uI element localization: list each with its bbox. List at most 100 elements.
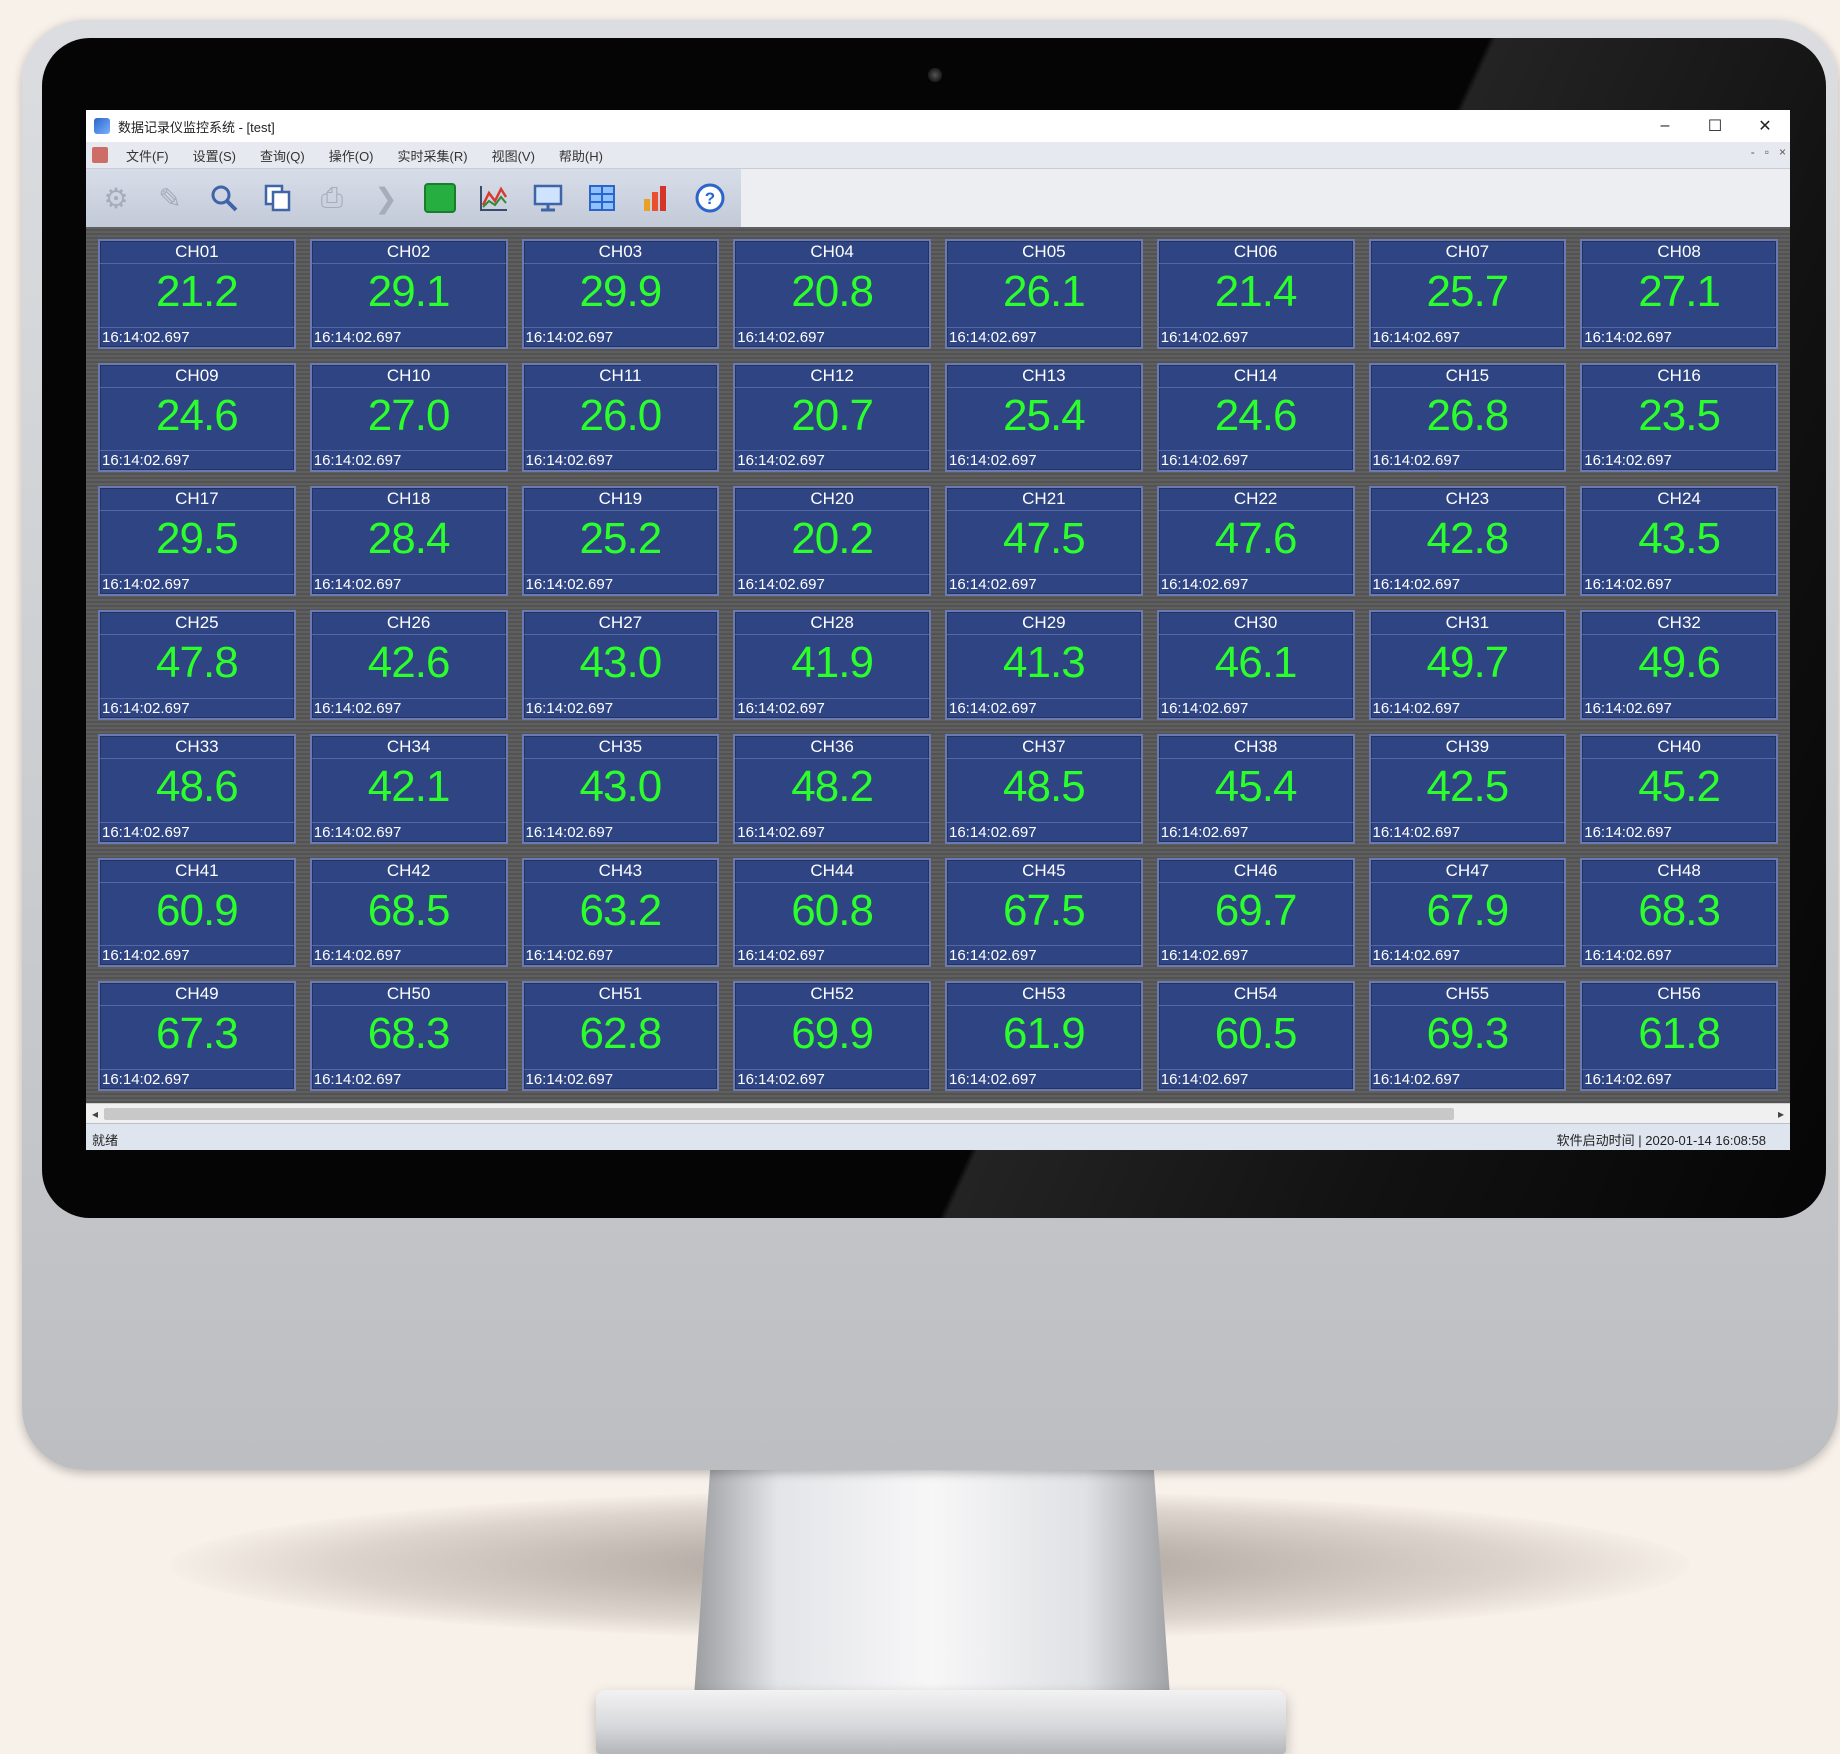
channel-cell[interactable]: CH47 67.9 16:14:02.697: [1368, 857, 1567, 968]
monitor-icon[interactable]: [526, 176, 570, 220]
menu-query[interactable]: 查询(Q): [248, 146, 317, 165]
channel-cell[interactable]: CH35 43.0 16:14:02.697: [521, 733, 720, 844]
channel-cell[interactable]: CH13 25.4 16:14:02.697: [945, 362, 1143, 473]
bar-chart-icon[interactable]: [634, 176, 678, 220]
channel-cell[interactable]: CH33 48.6 16:14:02.697: [98, 733, 296, 844]
channel-cell[interactable]: CH06 21.4 16:14:02.697: [1156, 239, 1355, 349]
channel-timestamp: 16:14:02.697: [311, 697, 506, 718]
channel-cell[interactable]: CH14 24.6 16:14:02.697: [1156, 362, 1355, 473]
scroll-thumb[interactable]: [104, 1108, 1454, 1120]
channel-cell[interactable]: CH04 20.8 16:14:02.697: [733, 239, 931, 349]
mdi-close-button[interactable]: ×: [1779, 145, 1786, 159]
channel-cell[interactable]: CH21 47.5 16:14:02.697: [945, 486, 1143, 597]
channel-cell[interactable]: CH12 20.7 16:14:02.697: [733, 362, 931, 473]
channel-name: CH39: [1370, 736, 1565, 759]
channel-cell[interactable]: CH53 61.9 16:14:02.697: [945, 981, 1143, 1091]
channel-value: 29.5: [156, 514, 239, 564]
channel-cell[interactable]: CH25 47.8 16:14:02.697: [98, 610, 296, 720]
channel-cell[interactable]: CH31 49.7 16:14:02.697: [1368, 610, 1567, 720]
menu-realtime[interactable]: 实时采集(R): [386, 146, 480, 165]
channel-cell[interactable]: CH42 68.5 16:14:02.697: [309, 857, 508, 968]
forward-icon[interactable]: ❯: [364, 176, 408, 220]
channel-cell[interactable]: CH26 42.6 16:14:02.697: [309, 610, 508, 720]
menu-file[interactable]: 文件(F): [114, 146, 181, 165]
channel-timestamp: 16:14:02.697: [311, 821, 506, 842]
help-icon[interactable]: ?: [688, 176, 732, 220]
channel-cell[interactable]: CH29 41.3 16:14:02.697: [945, 610, 1143, 720]
channel-cell[interactable]: CH03 29.9 16:14:02.697: [521, 239, 720, 349]
channel-cell[interactable]: CH22 47.6 16:14:02.697: [1156, 486, 1355, 597]
print-icon[interactable]: ⎙: [310, 176, 354, 220]
channel-cell[interactable]: CH32 49.6 16:14:02.697: [1580, 610, 1778, 720]
channel-cell[interactable]: CH16 23.5 16:14:02.697: [1580, 362, 1778, 473]
toolbar: ⚙ ✎ ⎙ ❯ ?: [86, 169, 749, 227]
channel-cell[interactable]: CH50 68.3 16:14:02.697: [309, 981, 508, 1091]
channel-cell[interactable]: CH17 29.5 16:14:02.697: [98, 486, 296, 597]
channel-cell[interactable]: CH39 42.5 16:14:02.697: [1368, 733, 1567, 844]
horizontal-scrollbar[interactable]: ◂ ▸: [86, 1103, 1790, 1124]
channel-cell[interactable]: CH37 48.5 16:14:02.697: [945, 733, 1143, 844]
channel-cell[interactable]: CH07 25.7 16:14:02.697: [1368, 239, 1567, 349]
channel-cell[interactable]: CH20 20.2 16:14:02.697: [733, 486, 931, 597]
channel-timestamp: 16:14:02.697: [523, 1069, 718, 1089]
channel-name: CH26: [311, 612, 506, 636]
channel-cell[interactable]: CH02 29.1 16:14:02.697: [309, 239, 508, 349]
channel-cell[interactable]: CH28 41.9 16:14:02.697: [733, 610, 931, 720]
channel-timestamp: 16:14:02.697: [311, 574, 506, 594]
menu-settings[interactable]: 设置(S): [181, 146, 248, 165]
channel-cell[interactable]: CH36 48.2 16:14:02.697: [733, 733, 931, 844]
mdi-minimize-button[interactable]: -: [1751, 145, 1755, 159]
channel-cell[interactable]: CH08 27.1 16:14:02.697: [1580, 239, 1778, 349]
menu-help[interactable]: 帮助(H): [547, 146, 615, 165]
channel-cell[interactable]: CH05 26.1 16:14:02.697: [945, 239, 1143, 349]
curve-chart-icon[interactable]: [472, 176, 516, 220]
channel-cell[interactable]: CH44 60.8 16:14:02.697: [733, 857, 931, 968]
channel-cell[interactable]: CH23 42.8 16:14:02.697: [1368, 486, 1567, 597]
channel-cell[interactable]: CH56 61.8 16:14:02.697: [1580, 981, 1778, 1091]
scroll-right-icon[interactable]: ▸: [1774, 1106, 1788, 1122]
channel-timestamp: 16:14:02.697: [100, 945, 294, 965]
channel-cell[interactable]: CH24 43.5 16:14:02.697: [1580, 486, 1778, 597]
menu-view[interactable]: 视图(V): [480, 146, 547, 165]
channel-cell[interactable]: CH15 26.8 16:14:02.697: [1368, 362, 1567, 473]
channel-cell[interactable]: CH43 63.2 16:14:02.697: [521, 857, 720, 968]
channel-cell[interactable]: CH46 69.7 16:14:02.697: [1156, 857, 1355, 968]
channel-cell[interactable]: CH27 43.0 16:14:02.697: [521, 610, 720, 720]
channel-cell[interactable]: CH52 69.9 16:14:02.697: [733, 981, 931, 1091]
scroll-left-icon[interactable]: ◂: [88, 1106, 102, 1122]
channel-cell[interactable]: CH10 27.0 16:14:02.697: [309, 362, 508, 473]
green-block-icon[interactable]: [418, 176, 462, 220]
close-button[interactable]: ✕: [1740, 110, 1790, 142]
channel-cell[interactable]: CH49 67.3 16:14:02.697: [98, 981, 296, 1091]
channel-cell[interactable]: CH40 45.2 16:14:02.697: [1580, 733, 1778, 844]
channel-timestamp: 16:14:02.697: [735, 326, 929, 347]
channel-name: CH01: [100, 241, 294, 264]
channel-cell[interactable]: CH51 62.8 16:14:02.697: [521, 981, 720, 1091]
channel-cell[interactable]: CH30 46.1 16:14:02.697: [1156, 610, 1355, 720]
channel-name: CH51: [523, 983, 718, 1007]
menu-operation[interactable]: 操作(O): [317, 146, 386, 165]
copy-icon[interactable]: [256, 176, 300, 220]
maximize-button[interactable]: ☐: [1690, 110, 1740, 142]
search-icon[interactable]: [202, 176, 246, 220]
channel-timestamp: 16:14:02.697: [947, 450, 1141, 470]
channel-cell[interactable]: CH34 42.1 16:14:02.697: [309, 733, 508, 844]
channel-cell[interactable]: CH09 24.6 16:14:02.697: [98, 362, 296, 473]
channel-cell[interactable]: CH38 45.4 16:14:02.697: [1156, 733, 1355, 844]
channel-cell[interactable]: CH18 28.4 16:14:02.697: [309, 486, 508, 597]
channel-cell[interactable]: CH54 60.5 16:14:02.697: [1156, 981, 1355, 1091]
tools-icon[interactable]: ✎: [148, 176, 192, 220]
table-icon[interactable]: [580, 176, 624, 220]
mdi-restore-button[interactable]: ▫: [1765, 145, 1769, 159]
minimize-button[interactable]: –: [1640, 110, 1690, 142]
menu-bar: 文件(F) 设置(S) 查询(Q) 操作(O) 实时采集(R) 视图(V) 帮助…: [86, 142, 1790, 169]
channel-cell[interactable]: CH45 67.5 16:14:02.697: [945, 857, 1143, 968]
channel-timestamp: 16:14:02.697: [735, 574, 929, 594]
channel-cell[interactable]: CH01 21.2 16:14:02.697: [98, 239, 296, 349]
channel-cell[interactable]: CH41 60.9 16:14:02.697: [98, 857, 296, 968]
channel-cell[interactable]: CH19 25.2 16:14:02.697: [521, 486, 720, 597]
channel-cell[interactable]: CH11 26.0 16:14:02.697: [521, 362, 720, 473]
channel-cell[interactable]: CH48 68.3 16:14:02.697: [1580, 857, 1778, 968]
connect-icon[interactable]: ⚙: [94, 176, 138, 220]
channel-cell[interactable]: CH55 69.3 16:14:02.697: [1368, 981, 1567, 1091]
